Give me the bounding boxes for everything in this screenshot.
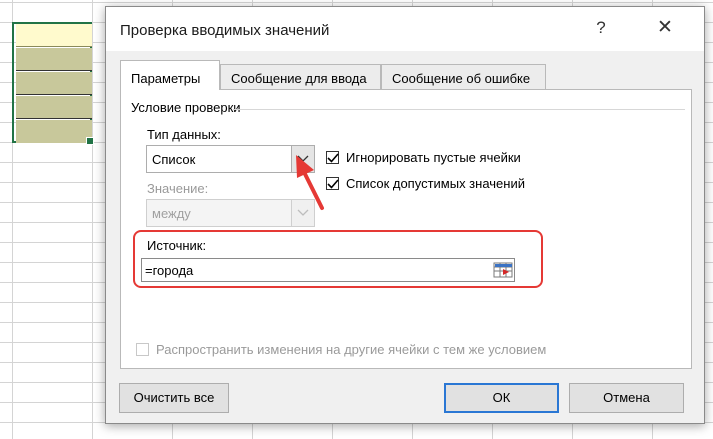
tab-parameters[interactable]: Параметры xyxy=(120,60,220,90)
parameters-panel: Условие проверки Тип данных: Список Игно… xyxy=(120,89,692,369)
cell-active[interactable] xyxy=(16,24,92,47)
ignore-blank-label: Игнорировать пустые ячейки xyxy=(346,150,521,165)
data-validation-dialog: Проверка вводимых значений ? ✕ Параметры… xyxy=(105,6,705,424)
dialog-title: Проверка вводимых значений xyxy=(120,22,330,39)
fill-handle[interactable] xyxy=(86,137,94,145)
annotation-arrow-icon xyxy=(296,155,324,210)
section-label-validation-criteria: Условие проверки xyxy=(131,100,241,115)
close-button[interactable]: ✕ xyxy=(650,16,680,39)
source-input[interactable]: =города xyxy=(141,258,515,282)
data-type-value: Список xyxy=(152,152,196,167)
section-divider xyxy=(233,109,685,110)
apply-all-label: Распространить изменения на другие ячейк… xyxy=(156,342,547,357)
tab-error-alert[interactable]: Сообщение об ошибке xyxy=(381,64,546,89)
ok-button[interactable]: ОК xyxy=(444,383,559,413)
selected-cell-range[interactable] xyxy=(12,22,94,145)
data-type-label: Тип данных: xyxy=(147,127,221,142)
clear-all-button[interactable]: Очистить все xyxy=(119,383,229,413)
dialog-titlebar[interactable]: Проверка вводимых значений ? ✕ xyxy=(106,7,704,51)
cancel-button[interactable]: Отмена xyxy=(569,383,684,413)
range-select-icon[interactable] xyxy=(493,260,513,280)
cell-selected[interactable] xyxy=(16,72,92,95)
value-label: Значение: xyxy=(147,181,209,196)
in-cell-dropdown-label: Список допустимых значений xyxy=(346,176,525,191)
apply-all-checkbox xyxy=(136,343,149,356)
cell-selected[interactable] xyxy=(16,48,92,71)
cell-selected[interactable] xyxy=(16,96,92,119)
help-button[interactable]: ? xyxy=(586,18,616,38)
cell-selected[interactable] xyxy=(16,120,92,143)
source-input-value: =города xyxy=(145,263,194,278)
source-label: Источник: xyxy=(147,238,207,253)
tab-input-message[interactable]: Сообщение для ввода xyxy=(220,64,381,89)
value-select-value: между xyxy=(152,206,191,221)
